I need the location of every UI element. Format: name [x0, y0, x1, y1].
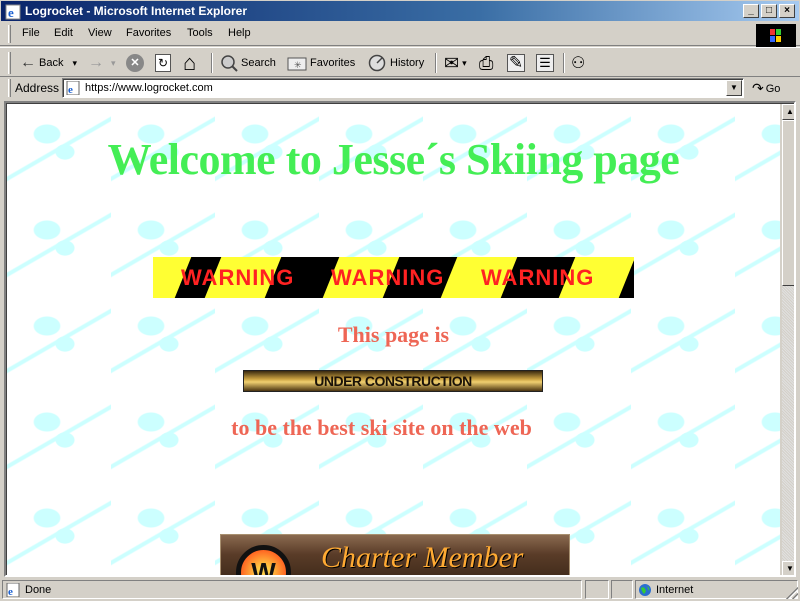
menu-favorites[interactable]: Favorites	[126, 27, 171, 39]
warning-word: WARNING	[181, 265, 295, 290]
svg-text:e: e	[8, 586, 13, 597]
menubar-grip[interactable]	[8, 25, 11, 43]
charter-member-badge[interactable]: W Charter Member	[220, 534, 570, 575]
go-label: Go	[765, 82, 781, 95]
stop-icon: ✕	[126, 54, 144, 72]
back-button[interactable]: ← Back ▾	[20, 52, 77, 74]
history-label: History	[390, 57, 425, 69]
back-label: Back	[39, 57, 64, 69]
w-logo-icon: W	[236, 545, 291, 575]
svg-text:e: e	[68, 84, 73, 95]
window-title: Logrocket - Microsoft Internet Explorer	[25, 4, 248, 18]
messenger-button[interactable]: ⚇	[571, 52, 585, 74]
zone-label: Internet	[656, 584, 694, 596]
maximize-button[interactable]: □	[761, 4, 777, 18]
resize-grip[interactable]	[786, 587, 798, 599]
browser-viewport: Welcome to Jesse´s Skiing page WARNING W…	[4, 101, 796, 577]
home-icon: ⌂	[183, 50, 197, 75]
url-input[interactable]	[85, 82, 685, 94]
status-panel	[585, 580, 609, 599]
search-label: Search	[241, 57, 276, 69]
forward-button[interactable]: → ▾	[88, 52, 116, 74]
discuss-button[interactable]: ☰	[536, 52, 554, 74]
go-arrow-icon: ↷	[752, 80, 764, 96]
addressbar-grip[interactable]	[8, 79, 11, 97]
favorites-label: Favorites	[310, 57, 356, 69]
minimize-button[interactable]: _	[743, 4, 759, 18]
scroll-up-button[interactable]: ▲	[782, 104, 794, 120]
messenger-icon: ⚇	[571, 55, 586, 72]
menu-tools[interactable]: Tools	[187, 27, 213, 39]
windows-logo-icon	[756, 24, 796, 48]
edit-icon: ✎	[507, 53, 525, 72]
print-button[interactable]: ⎙	[479, 52, 493, 74]
charter-member-text: Charter Member	[321, 541, 524, 574]
toolbar-grip[interactable]	[8, 52, 11, 74]
ie-logo-icon: e	[5, 4, 21, 20]
forward-dropdown-icon[interactable]: ▾	[111, 58, 116, 69]
mail-button[interactable]: ✉ ▾	[444, 52, 467, 74]
standard-toolbar: ← Back ▾ → ▾ ✕ ↻ ⌂ Search ✳ Favorites Hi…	[0, 47, 800, 77]
svg-text:e: e	[8, 5, 14, 20]
menu-view[interactable]: View	[88, 27, 112, 39]
mail-dropdown-icon[interactable]: ▾	[462, 58, 467, 69]
status-text: Done	[25, 584, 52, 596]
warning-word: WARNING	[481, 265, 595, 290]
back-dropdown-icon[interactable]: ▾	[72, 58, 77, 69]
history-button[interactable]: History	[367, 52, 424, 74]
back-arrow-icon: ←	[20, 54, 36, 71]
search-icon	[221, 55, 238, 72]
toolbar-separator	[211, 53, 213, 73]
address-dropdown-button[interactable]: ▼	[726, 80, 742, 96]
discuss-icon: ☰	[536, 54, 554, 72]
zone-panel: Internet	[635, 580, 798, 599]
vertical-scrollbar[interactable]: ▲ ▼	[782, 104, 794, 575]
internet-globe-icon	[639, 584, 651, 596]
scroll-down-button[interactable]: ▼	[782, 561, 794, 575]
stop-button[interactable]: ✕	[126, 52, 144, 74]
menu-help[interactable]: Help	[228, 27, 251, 39]
go-button[interactable]: ↷ Go	[752, 80, 780, 97]
toolbar-separator	[435, 53, 437, 73]
history-clock-icon	[368, 54, 386, 72]
status-text-panel: e Done	[2, 580, 582, 599]
search-button[interactable]: Search	[220, 52, 276, 74]
title-bar: e Logrocket - Microsoft Internet Explore…	[0, 0, 800, 22]
mail-icon: ✉	[444, 52, 460, 73]
home-button[interactable]: ⌂	[183, 52, 196, 74]
refresh-button[interactable]: ↻	[155, 52, 171, 74]
favorites-folder-icon: ✳	[287, 57, 307, 71]
close-button[interactable]: ×	[779, 4, 795, 18]
status-bar: e Done Internet	[0, 578, 800, 601]
scroll-thumb[interactable]	[782, 120, 794, 286]
status-panel	[611, 580, 633, 599]
page-icon: e	[66, 81, 80, 95]
address-field[interactable]: e ▼	[62, 78, 744, 98]
address-bar: Address e ▼ ↷ Go	[0, 77, 800, 99]
page-heading: Welcome to Jesse´s Skiing page	[107, 135, 680, 184]
menu-bar: File Edit View Favorites Tools Help	[0, 22, 800, 46]
forward-arrow-icon: →	[88, 54, 104, 71]
subtext-this-page-is: This page is	[337, 322, 450, 347]
print-icon: ⎙	[479, 52, 494, 73]
warning-banner-image: WARNING WARNING WARNING	[153, 257, 634, 298]
warning-word: WARNING	[331, 265, 445, 290]
menu-edit[interactable]: Edit	[54, 27, 73, 39]
under-construction-banner: UNDER CONSTRUCTION	[243, 370, 543, 392]
toolbar-separator	[563, 53, 565, 73]
svg-text:✳: ✳	[294, 60, 302, 70]
favorites-button[interactable]: ✳ Favorites	[287, 52, 355, 74]
page-done-icon: e	[6, 583, 20, 597]
web-page: Welcome to Jesse´s Skiing page WARNING W…	[7, 104, 780, 575]
subtext-best-ski-site: to be the best ski site on the web	[231, 415, 532, 440]
edit-button[interactable]: ✎	[507, 52, 525, 74]
refresh-icon: ↻	[155, 54, 171, 72]
address-label: Address	[15, 81, 60, 95]
under-construction-text: UNDER CONSTRUCTION	[314, 373, 472, 389]
menu-file[interactable]: File	[22, 27, 40, 39]
